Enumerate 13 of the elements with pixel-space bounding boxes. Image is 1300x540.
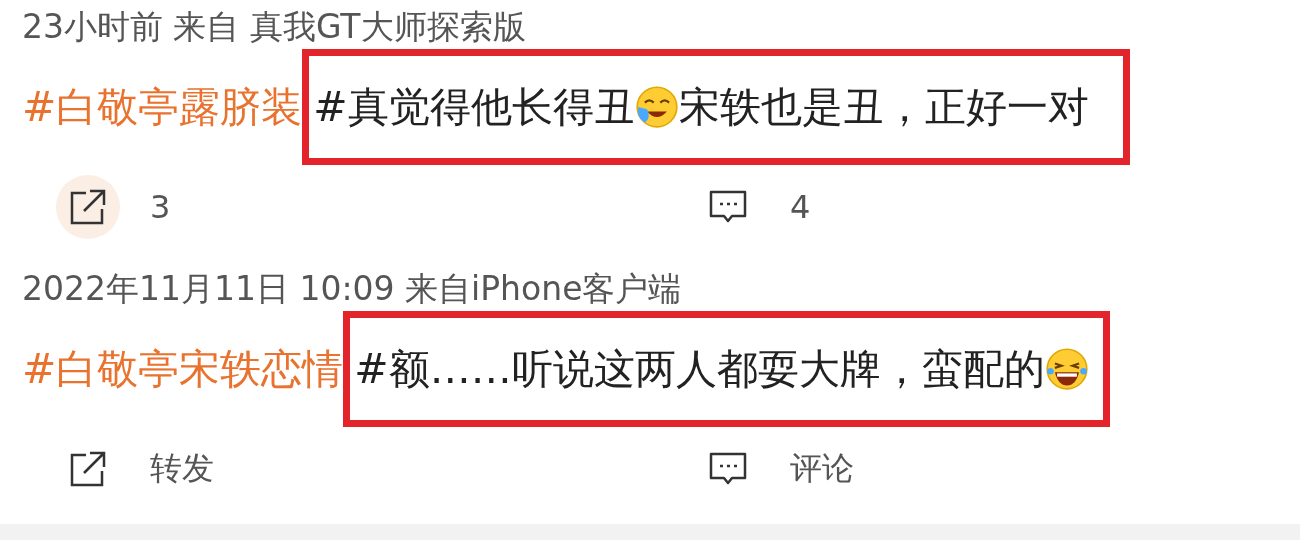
comment-button[interactable]: 4 — [696, 175, 1300, 239]
laughing-emoji-icon — [1044, 347, 1089, 391]
share-button[interactable]: 转发 — [56, 437, 696, 501]
post-meta: 2022年11月11日 10:09 来自iPhone客户端 — [22, 268, 683, 310]
share-icon — [68, 449, 108, 489]
post-text: #真觉得他长得丑 — [313, 82, 635, 133]
share-icon — [68, 187, 108, 227]
crying-emoji-icon — [634, 85, 679, 129]
post-text: #额……听说这两人都耍大牌，蛮配的 — [354, 344, 1045, 395]
post-meta: 23小时前 来自 真我GT大师探索版 — [22, 6, 527, 48]
share-button[interactable]: 3 — [56, 175, 696, 239]
comment-button[interactable]: 评论 — [696, 437, 1300, 501]
post-text: 宋轶也是丑，正好一对 — [678, 82, 1089, 133]
